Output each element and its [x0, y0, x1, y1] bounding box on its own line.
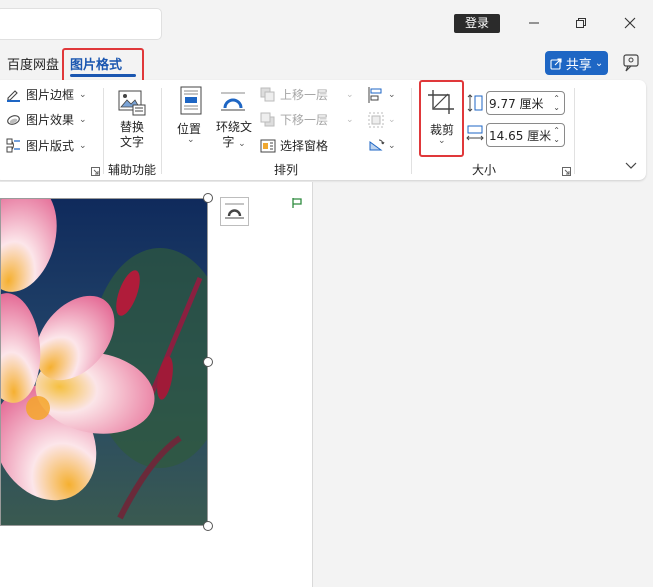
- bring-forward-button[interactable]: 上移一层 ⌄: [260, 86, 354, 103]
- width-value: 14.65 厘米: [489, 128, 552, 143]
- close-icon: [624, 17, 636, 29]
- send-backward-label: 下移一层: [280, 113, 329, 127]
- picture-layout-icon: [6, 138, 20, 153]
- selection-pane-label: 选择窗格: [280, 139, 329, 153]
- dialog-launcher-icon[interactable]: [91, 167, 100, 176]
- alt-text-label-line2: 文字: [120, 135, 145, 149]
- layout-options-button[interactable]: [220, 197, 249, 226]
- align-icon: [368, 87, 382, 103]
- rotate-icon: [369, 139, 385, 151]
- picture-border-button[interactable]: 图片边框 ⌄: [6, 86, 87, 103]
- feedback-icon: [623, 54, 639, 72]
- selection-pane-button[interactable]: 选择窗格: [260, 137, 328, 154]
- wrap-text-label-line2: 字: [222, 135, 235, 149]
- resize-handle-right[interactable]: [203, 357, 213, 367]
- chevron-down-icon: ⌄: [438, 136, 446, 146]
- picture-layout-label: 图片版式: [26, 139, 75, 153]
- login-button[interactable]: 登录: [454, 14, 500, 33]
- align-button[interactable]: ⌄: [367, 86, 396, 104]
- anchor-icon: [292, 198, 302, 208]
- position-button[interactable]: [176, 86, 206, 119]
- chevron-down-icon: ⌄: [187, 135, 195, 145]
- wrap-text-icon: [221, 92, 245, 111]
- dialog-launcher-icon[interactable]: [562, 167, 571, 176]
- resize-handle-top-right[interactable]: [203, 193, 213, 203]
- group-objects-button[interactable]: ⌄: [367, 111, 396, 129]
- chevron-down-icon: ⌄: [594, 57, 604, 69]
- picture-layout-button[interactable]: 图片版式 ⌄: [6, 137, 87, 154]
- bring-forward-icon: [260, 87, 275, 101]
- group-label-arrange: 排列: [274, 163, 299, 177]
- crop-button[interactable]: [426, 88, 456, 119]
- picture-selection-border: [0, 198, 208, 526]
- picture-effects-icon: [7, 115, 20, 125]
- height-input[interactable]: 9.77 厘米 ⌃ ⌄: [486, 91, 565, 115]
- rotate-button[interactable]: ⌄: [367, 137, 396, 155]
- ribbon-separator: [411, 88, 412, 174]
- group-icon: [368, 112, 384, 128]
- group-label-accessibility: 辅助功能: [108, 163, 157, 177]
- send-backward-icon: [260, 112, 275, 126]
- close-button[interactable]: [618, 10, 642, 36]
- picture-border-icon: [7, 90, 20, 102]
- ribbon-separator: [161, 88, 162, 174]
- group-label-size: 大小: [472, 163, 497, 177]
- chevron-down-icon: ⌄: [79, 140, 87, 151]
- share-icon: [550, 57, 562, 70]
- bring-forward-label: 上移一层: [280, 88, 329, 102]
- alt-text-label-line1: 替换: [120, 120, 145, 134]
- chevron-down-icon: ⌄: [388, 141, 396, 151]
- position-icon: [180, 86, 202, 115]
- crop-icon: [428, 90, 454, 114]
- height-icon: [467, 94, 483, 112]
- picture-effects-label: 图片效果: [26, 113, 75, 127]
- feedback-button[interactable]: [621, 53, 641, 73]
- chevron-down-icon: ⌄: [388, 115, 396, 125]
- picture-border-label: 图片边框: [26, 88, 75, 102]
- ribbon-separator: [103, 88, 104, 174]
- minimize-button[interactable]: [522, 10, 546, 36]
- chevron-down-icon: ⌄: [346, 114, 354, 125]
- search-box[interactable]: [0, 8, 162, 40]
- alt-text-button[interactable]: [115, 88, 149, 121]
- restore-icon: [576, 18, 586, 28]
- height-stepper[interactable]: ⌃ ⌄: [553, 94, 560, 112]
- chevron-down-icon: ⌄: [388, 90, 396, 100]
- width-input[interactable]: 14.65 厘米 ⌃ ⌄: [486, 123, 565, 147]
- resize-handle-bottom-right[interactable]: [203, 521, 213, 531]
- tab-picture-format[interactable]: 图片格式: [70, 54, 122, 73]
- share-button[interactable]: 共享 ⌄: [545, 51, 608, 75]
- collapse-ribbon-icon[interactable]: [625, 162, 637, 170]
- wrap-text-label: 环绕文 字 ⌄: [216, 120, 252, 152]
- page-edge: [312, 182, 313, 587]
- share-label: 共享: [565, 57, 592, 73]
- chevron-down-icon: ⌄: [79, 89, 87, 100]
- selection-pane-icon: [260, 139, 276, 152]
- ribbon-separator: [574, 88, 575, 174]
- send-backward-button[interactable]: 下移一层 ⌄: [260, 111, 354, 128]
- minimize-icon: [529, 22, 539, 24]
- chevron-down-icon: ⌄: [79, 114, 87, 125]
- picture-effects-button[interactable]: 图片效果 ⌄: [6, 111, 87, 128]
- restore-button[interactable]: [569, 10, 593, 36]
- width-icon: [466, 125, 484, 141]
- width-stepper[interactable]: ⌃ ⌄: [553, 126, 560, 144]
- alt-text-label: 替换 文字: [120, 120, 144, 150]
- tab-baidu-netdisk[interactable]: 百度网盘: [7, 54, 59, 73]
- height-value: 9.77 厘米: [489, 96, 544, 111]
- alt-text-icon: [118, 90, 146, 116]
- chevron-down-icon: ⌄: [346, 89, 354, 100]
- tab-active-indicator: [70, 74, 136, 77]
- wrap-text-label-line1: 环绕文: [216, 120, 253, 134]
- layout-options-icon: [225, 203, 244, 219]
- chevron-down-icon: ⌄: [238, 139, 246, 149]
- wrap-text-button[interactable]: [218, 88, 248, 117]
